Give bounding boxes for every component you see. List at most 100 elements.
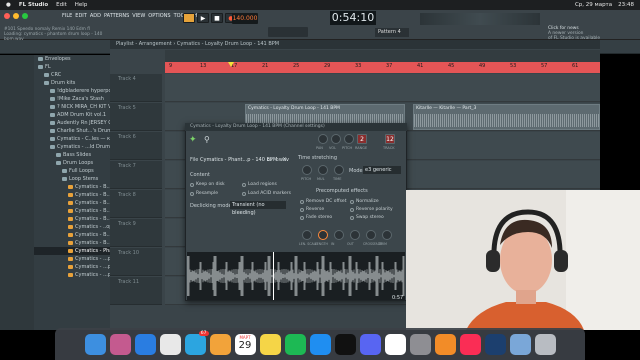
playlist-title[interactable]: Playlist - Arrangement › Cymatics - Loya… — [110, 40, 600, 49]
wrench-icon[interactable]: ⚲ — [204, 135, 210, 144]
knob[interactable] — [331, 134, 341, 144]
close-icon[interactable]: ✕ — [282, 156, 287, 164]
effect-option[interactable]: Normalize — [350, 198, 400, 205]
song-position-clock[interactable]: 0:54:10 — [330, 11, 376, 25]
effect-option[interactable]: Reverse polarity — [350, 206, 400, 213]
chrome-icon[interactable] — [159, 333, 181, 355]
fx-knob[interactable] — [366, 230, 376, 240]
folder-icon[interactable]: ▭ — [267, 156, 273, 164]
value-box[interactable]: 2 — [357, 134, 367, 144]
menu-patterns[interactable]: PATTERNS — [104, 13, 129, 19]
track-header[interactable]: Track 5 — [110, 103, 162, 131]
knob[interactable] — [318, 134, 328, 144]
effect-option[interactable]: Swap stereo — [350, 214, 400, 221]
photoshop-icon[interactable] — [484, 333, 506, 355]
content-option[interactable]: Keep on disk — [190, 181, 240, 188]
safari-icon[interactable] — [134, 333, 156, 355]
time-stretch-knob[interactable] — [334, 165, 344, 175]
notes-icon[interactable] — [259, 333, 281, 355]
knob[interactable] — [344, 134, 354, 144]
menubar-app-name[interactable]: FL Studio — [19, 2, 48, 8]
effect-option[interactable]: Fade stereo — [300, 214, 350, 221]
value-box[interactable]: 12 — [385, 134, 395, 144]
playlist-overview[interactable] — [165, 50, 600, 62]
track-header[interactable]: Track 10 — [110, 248, 162, 276]
close-window-icon[interactable] — [4, 13, 10, 19]
music-icon[interactable] — [459, 333, 481, 355]
telegram-icon[interactable]: 67 — [184, 330, 209, 355]
track-header[interactable]: Track 4 — [110, 74, 162, 102]
fl-studio-icon[interactable] — [434, 333, 456, 355]
track-header[interactable]: Track 8 — [110, 190, 162, 218]
fx-knob[interactable] — [318, 230, 328, 240]
waveform-cursor[interactable] — [273, 252, 274, 300]
zoom-window-icon[interactable] — [22, 13, 28, 19]
pattern-song-toggle[interactable] — [183, 13, 195, 23]
clip-waveform — [414, 114, 599, 127]
search-icon[interactable]: ⌕ — [276, 156, 279, 164]
photos-icon[interactable] — [209, 333, 231, 355]
app-store-icon[interactable] — [309, 333, 331, 355]
capcut-icon[interactable] — [334, 333, 356, 355]
browser-folder-label: Drum Loops — [63, 160, 94, 166]
effect-option[interactable]: Reverse — [300, 206, 350, 213]
discord-icon[interactable] — [359, 333, 381, 355]
menubar-edit[interactable]: Edit — [56, 2, 67, 8]
track-lane[interactable] — [165, 74, 600, 102]
channel-settings-titlebar[interactable]: Cymatics - Loyalty Drum Loop - 141 BPM (… — [185, 123, 407, 131]
audio-clip[interactable]: Kitarlle — Kitarlle — Part_3 — [413, 104, 600, 130]
calendar-icon[interactable]: МАРТ 29 — [234, 333, 256, 355]
content-option-label: Resample — [196, 191, 219, 196]
fx-knob[interactable] — [382, 230, 392, 240]
spotify-icon[interactable] — [284, 333, 306, 355]
bar-number: 41 — [417, 63, 424, 69]
content-option[interactable]: Load ACID markers — [242, 190, 292, 197]
track-header[interactable]: Track 7 — [110, 161, 162, 189]
knob-label: OUT — [347, 242, 354, 246]
menubar-time[interactable]: 23:48 — [618, 2, 634, 8]
sample-waveform[interactable] — [187, 252, 405, 300]
time-stretch-knob[interactable] — [302, 165, 312, 175]
settings-icon[interactable] — [409, 333, 431, 355]
bar-number: 25 — [293, 63, 300, 69]
track-header[interactable]: Track 11 — [110, 277, 162, 305]
menu-options[interactable]: OPTIONS — [148, 13, 170, 19]
content-option[interactable]: Resample — [190, 190, 240, 197]
minimize-window-icon[interactable] — [13, 13, 19, 19]
news-panel[interactable]: Click for news A newer version of FL Stu… — [548, 26, 628, 41]
launchpad-icon[interactable] — [109, 333, 131, 355]
track-header[interactable]: Track 9 — [110, 219, 162, 247]
tempo-display[interactable]: 140.000 — [232, 13, 258, 24]
mode-select[interactable]: e3 generic — [363, 166, 401, 174]
time-stretch-knob[interactable] — [318, 165, 328, 175]
apple-icon[interactable]: ● — [6, 2, 11, 8]
menubar-help[interactable]: Help — [75, 2, 88, 8]
folder-icon — [56, 161, 61, 165]
content-option[interactable]: Load regions — [242, 181, 292, 188]
track-header[interactable]: Track 6 — [110, 132, 162, 160]
audio-file-icon — [68, 249, 73, 253]
playhead-marker[interactable] — [228, 62, 234, 67]
play-button[interactable]: ▶ — [197, 13, 209, 23]
menubar-date[interactable]: Ср, 29 марта — [575, 2, 612, 8]
stop-button[interactable]: ■ — [211, 13, 223, 23]
fx-knob[interactable] — [350, 230, 360, 240]
knob-label: IN — [331, 242, 335, 246]
pattern-selector[interactable]: Pattern 4 — [375, 28, 409, 37]
knob-label: PITCH — [301, 177, 312, 181]
fx-knob[interactable] — [302, 230, 312, 240]
downloads-icon[interactable] — [509, 333, 531, 355]
menu-file[interactable]: FILE — [62, 13, 72, 19]
menu-view[interactable]: VIEW — [132, 13, 145, 19]
finder-icon[interactable] — [84, 333, 106, 355]
declicking-select[interactable]: Transient (no bleeding) — [230, 201, 286, 216]
trash-icon[interactable] — [534, 333, 556, 355]
menu-add[interactable]: ADD — [90, 13, 101, 19]
effect-option[interactable]: Remove DC offset — [300, 198, 350, 205]
snap-selector[interactable] — [268, 27, 308, 37]
notion-icon[interactable] — [384, 333, 406, 355]
radio-icon — [300, 215, 304, 220]
menu-edit[interactable]: EDIT — [75, 13, 87, 19]
fx-knob[interactable] — [334, 230, 344, 240]
folder-icon — [50, 137, 55, 141]
